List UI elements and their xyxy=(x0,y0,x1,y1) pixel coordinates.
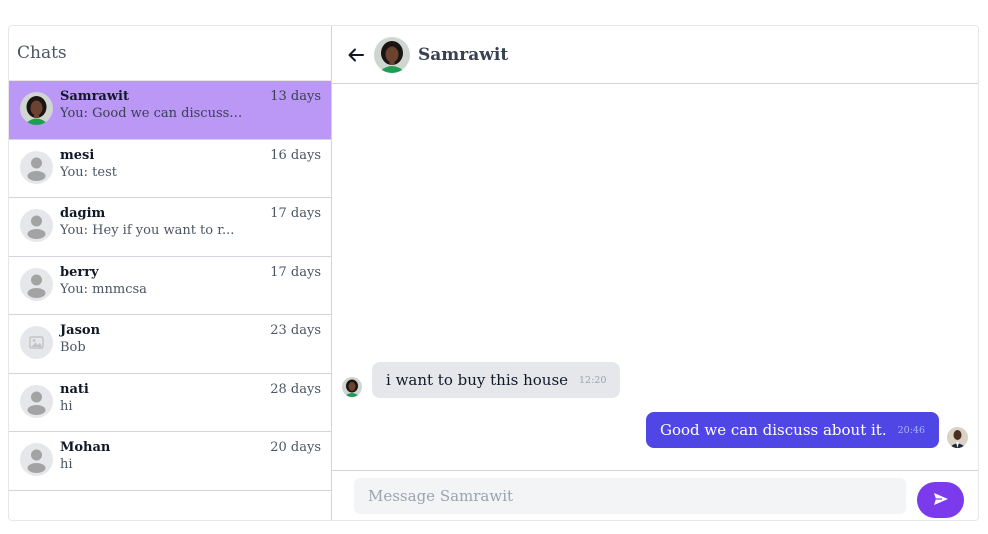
chat-name: nati xyxy=(60,381,89,397)
chat-time: 17 days xyxy=(270,264,321,280)
message-list: i want to buy this house 12:20 Good we c… xyxy=(332,84,978,470)
chat-time: 23 days xyxy=(270,323,321,338)
chat-preview: Bob xyxy=(60,340,86,355)
chat-item-jason[interactable]: Jason 23 days Bob xyxy=(9,315,331,374)
conversation-header: Samrawit xyxy=(332,26,978,84)
message-bubble: Good we can discuss about it. 20:46 xyxy=(645,412,939,448)
chat-name: Jason xyxy=(60,323,101,338)
incoming-message: i want to buy this house 12:20 xyxy=(342,362,621,398)
default-user-icon xyxy=(20,209,53,242)
outgoing-message: Good we can discuss about it. 20:46 xyxy=(645,412,968,448)
chat-preview: You: test xyxy=(60,164,117,180)
message-bubble: i want to buy this house 12:20 xyxy=(372,362,621,398)
chat-preview: hi xyxy=(60,398,73,414)
chat-sidebar: Chats Samrawit 13 days You: Good we can … xyxy=(9,26,332,520)
chat-time: 16 days xyxy=(270,147,321,163)
chat-preview: You: Good we can discuss ... xyxy=(60,106,245,121)
message-text: Good we can discuss about it. xyxy=(659,421,887,439)
chat-app: Chats Samrawit 13 days You: Good we can … xyxy=(8,25,979,521)
default-user-icon xyxy=(20,150,53,184)
default-user-icon xyxy=(20,384,53,418)
avatar xyxy=(374,36,410,73)
chat-item-dagim[interactable]: dagim 17 days You: Hey if you want to r.… xyxy=(9,198,331,257)
paper-plane-icon xyxy=(933,491,949,510)
image-placeholder-icon xyxy=(20,326,53,359)
avatar xyxy=(947,427,968,448)
message-time: 12:20 xyxy=(579,374,607,386)
avatar xyxy=(342,377,362,397)
chat-name: Mohan xyxy=(60,440,111,455)
sidebar-title: Chats xyxy=(9,26,331,81)
chat-item-berry[interactable]: berry 17 days You: mnmcsa xyxy=(9,256,331,315)
message-composer xyxy=(332,470,978,520)
message-text: i want to buy this house xyxy=(386,371,569,389)
message-time: 20:46 xyxy=(897,424,925,436)
chat-item-nati[interactable]: nati 28 days hi xyxy=(9,373,331,432)
chat-name: mesi xyxy=(60,147,95,163)
chat-time: 28 days xyxy=(270,381,321,397)
chat-list: Samrawit 13 days You: Good we can discus… xyxy=(9,81,331,520)
chat-time: 20 days xyxy=(270,440,321,455)
chat-name: Samrawit xyxy=(60,89,129,104)
send-button[interactable] xyxy=(917,482,964,518)
chat-name: dagim xyxy=(60,206,106,221)
contact-name: Samrawit xyxy=(418,44,509,65)
chat-preview: You: Hey if you want to r... xyxy=(60,223,235,238)
default-user-icon xyxy=(20,267,53,301)
chat-item-mesi[interactable]: mesi 16 days You: test xyxy=(9,139,331,198)
chat-preview: hi xyxy=(60,457,73,472)
chat-preview: You: mnmcsa xyxy=(60,281,147,297)
arrow-left-icon[interactable] xyxy=(344,43,368,67)
message-input[interactable] xyxy=(354,477,906,514)
avatar xyxy=(20,92,53,125)
chat-time: 17 days xyxy=(270,206,321,221)
conversation-panel: Samrawit i want to buy this house 12:20 xyxy=(332,26,978,520)
chat-item-samrawit[interactable]: Samrawit 13 days You: Good we can discus… xyxy=(9,81,331,140)
default-user-icon xyxy=(20,443,53,476)
chat-time: 13 days xyxy=(270,89,321,104)
chat-item-mohan[interactable]: Mohan 20 days hi xyxy=(9,432,331,491)
chat-name: berry xyxy=(60,264,99,280)
